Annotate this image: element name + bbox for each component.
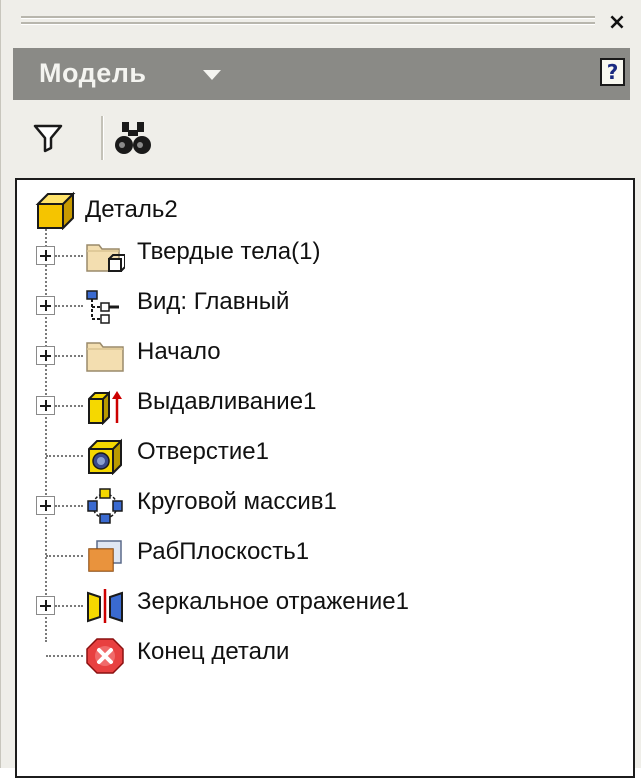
toolbar-separator — [101, 116, 104, 160]
browser-title[interactable]: Модель — [39, 58, 147, 89]
close-icon[interactable]: × — [604, 11, 630, 37]
tree-item-label: Начало — [137, 338, 221, 365]
solid-bodies-folder-icon — [85, 237, 126, 275]
model-tree[interactable]: Деталь2 Твердые тела(1) Вид: Главный Нач… — [15, 178, 635, 778]
browser-header[interactable]: Модель ? — [13, 48, 630, 100]
tree-connector — [55, 405, 83, 407]
find-binoculars-icon[interactable] — [113, 118, 153, 158]
circular-pattern-icon — [85, 487, 125, 525]
tree-item-label: Твердые тела(1) — [137, 238, 321, 265]
tree-connector — [46, 655, 83, 657]
tree-connector — [46, 555, 83, 557]
filter-icon[interactable] — [31, 118, 71, 158]
tree-item-work-plane[interactable]: РабПлоскость1 — [17, 532, 617, 580]
tree-item-label: Круговой массив1 — [137, 488, 337, 515]
expand-toggle[interactable] — [36, 496, 55, 515]
hole-icon — [85, 437, 125, 476]
browser-toolbar — [13, 110, 630, 166]
tree-connector — [55, 355, 83, 357]
tree-connector — [55, 505, 83, 507]
panel-grip[interactable] — [21, 12, 595, 36]
origin-folder-icon — [85, 337, 125, 375]
extrusion-icon — [85, 387, 125, 426]
work-plane-icon — [85, 537, 125, 575]
view-representation-icon — [85, 287, 125, 325]
tree-item-circular-pattern[interactable]: Круговой массив1 — [17, 482, 617, 530]
tree-item-extrusion[interactable]: Выдавливание1 — [17, 382, 617, 430]
expand-toggle[interactable] — [36, 396, 55, 415]
tree-item-label: Зеркальное отражение1 — [137, 588, 409, 615]
tree-connector — [55, 605, 83, 607]
tree-item-origin[interactable]: Начало — [17, 332, 617, 380]
tree-root-label: Деталь2 — [85, 196, 178, 223]
grip-line — [21, 22, 595, 25]
tree-item-solid-bodies[interactable]: Твердые тела(1) — [17, 232, 617, 280]
model-browser-panel: × Модель ? Деталь2 Твердые тела(1) Вид: … — [0, 0, 641, 778]
tree-item-label: Вид: Главный — [137, 288, 290, 315]
tree-item-end-of-part[interactable]: Конец детали — [17, 632, 617, 680]
tree-connector — [46, 455, 83, 457]
help-button[interactable]: ? — [600, 58, 625, 86]
grip-line — [21, 16, 595, 19]
end-of-part-icon — [85, 637, 125, 675]
expand-toggle[interactable] — [36, 246, 55, 265]
part-cube-icon — [35, 190, 79, 231]
tree-root[interactable]: Деталь2 — [17, 180, 617, 231]
tree-item-hole[interactable]: Отверстие1 — [17, 432, 617, 480]
tree-item-label: Выдавливание1 — [137, 388, 317, 415]
expand-toggle[interactable] — [36, 346, 55, 365]
tree-item-view[interactable]: Вид: Главный — [17, 282, 617, 330]
expand-toggle[interactable] — [36, 596, 55, 615]
tree-item-label: Конец детали — [137, 638, 290, 665]
tree-item-label: РабПлоскость1 — [137, 538, 310, 565]
tree-item-label: Отверстие1 — [137, 438, 269, 465]
tree-connector — [55, 255, 83, 257]
tree-item-mirror[interactable]: Зеркальное отражение1 — [17, 582, 617, 630]
chevron-down-icon[interactable] — [203, 70, 221, 80]
tree-connector — [55, 305, 83, 307]
mirror-icon — [85, 587, 125, 625]
expand-toggle[interactable] — [36, 296, 55, 315]
